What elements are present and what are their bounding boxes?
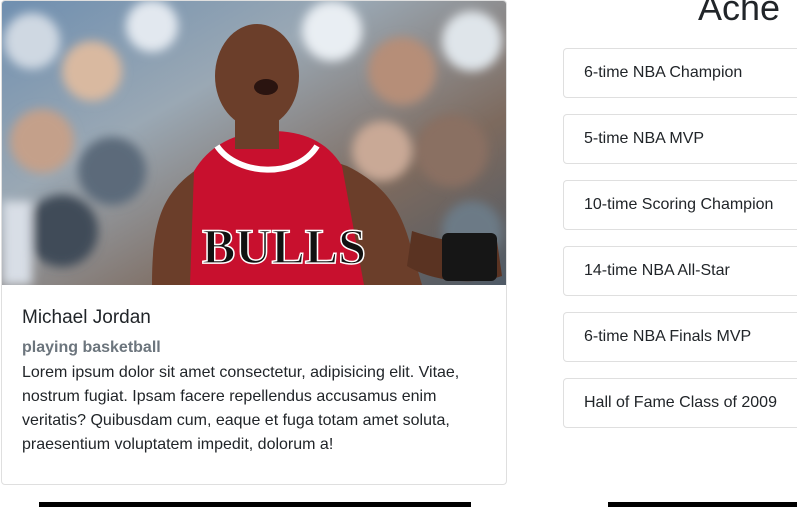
bottom-divider-right: [608, 502, 797, 507]
profile-subtitle: playing basketball: [22, 339, 161, 356]
list-item: 6-time NBA Champion: [563, 48, 797, 98]
profile-bio: Lorem ipsum dolor sit amet consectetur, …: [22, 364, 460, 453]
achievements-heading: Ache: [698, 0, 781, 28]
achievements-list: 6-time NBA Champion 5-time NBA MVP 10-ti…: [563, 48, 797, 444]
bottom-divider-left: [39, 502, 471, 507]
list-item: 5-time NBA MVP: [563, 114, 797, 164]
profile-name: Michael Jordan: [22, 307, 151, 328]
list-item: 10-time Scoring Champion: [563, 180, 797, 230]
profile-card: BULLS Michael Jordan playing basketball …: [1, 0, 507, 485]
list-item: 14-time NBA All-Star: [563, 246, 797, 296]
list-item: Hall of Fame Class of 2009: [563, 378, 797, 428]
page: BULLS Michael Jordan playing basketball …: [0, 0, 797, 507]
profile-photo-illustration: BULLS: [2, 1, 506, 285]
jersey-lettering: BULLS: [202, 218, 366, 274]
profile-card-body: Michael Jordan playing basketball Lorem …: [22, 301, 488, 457]
profile-photo: BULLS: [2, 1, 506, 285]
list-item: 6-time NBA Finals MVP: [563, 312, 797, 362]
